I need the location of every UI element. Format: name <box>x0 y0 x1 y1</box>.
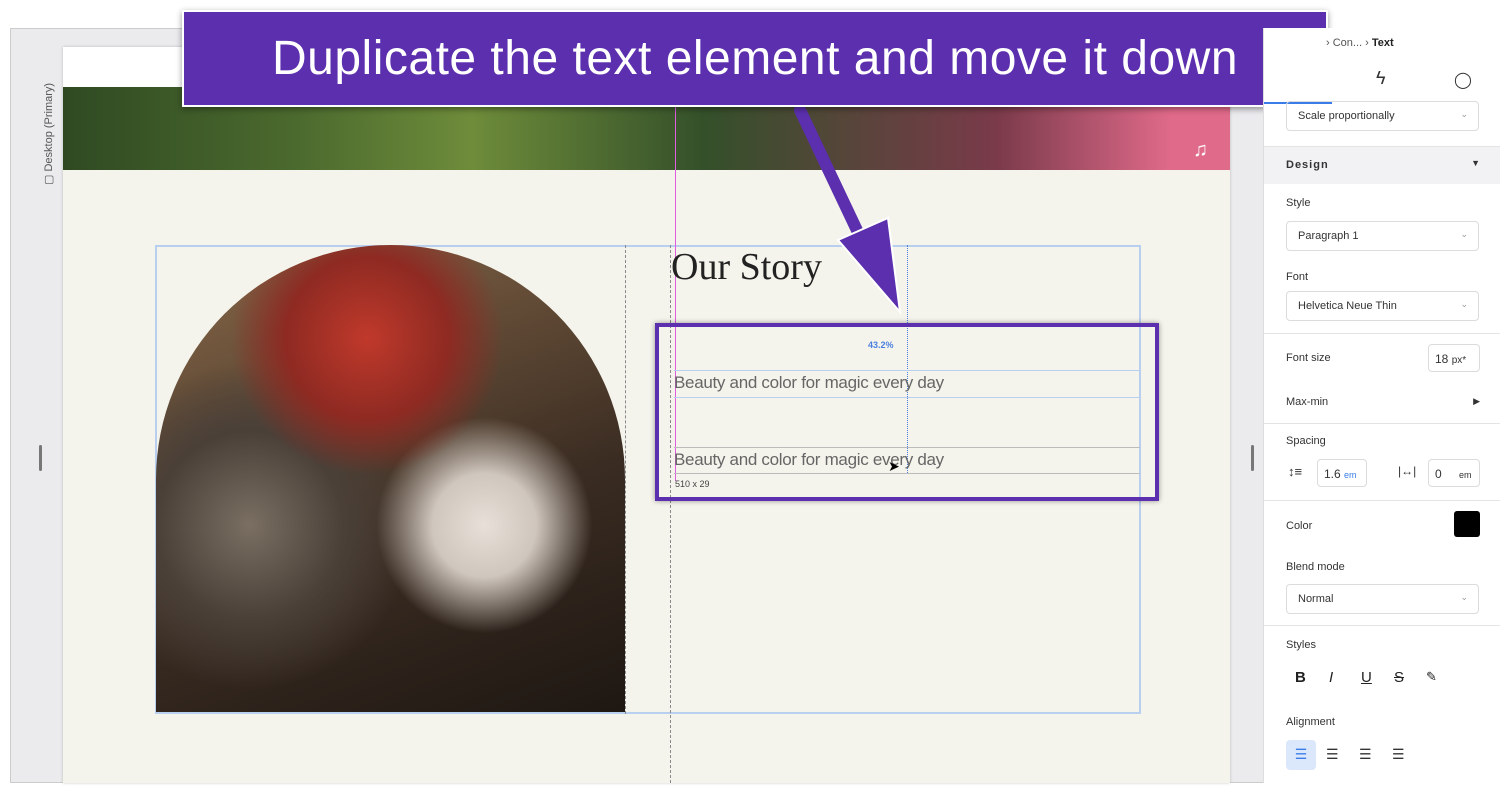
line-height-input[interactable]: 1.6 em <box>1317 459 1367 487</box>
highlight-button[interactable]: ✎ <box>1426 669 1437 685</box>
italic-button[interactable]: I <box>1329 669 1333 686</box>
underline-button[interactable]: U <box>1361 669 1372 686</box>
style-dropdown[interactable]: Paragraph 1 ⌄ <box>1286 221 1479 251</box>
letter-spacing-input[interactable]: 0 em <box>1428 459 1480 487</box>
instruction-callout: Duplicate the text element and move it d… <box>182 10 1328 107</box>
lightning-icon[interactable]: ϟ <box>1376 68 1386 89</box>
strikethrough-button[interactable]: S <box>1394 669 1404 686</box>
align-left-button[interactable]: ☰ <box>1286 740 1316 770</box>
scale-dropdown[interactable]: Scale proportionally ⌄ <box>1286 101 1479 131</box>
font-size-input[interactable]: 18 px* <box>1428 344 1480 372</box>
line-height-icon: ↕≡ <box>1288 464 1303 479</box>
breadcrumb[interactable]: › Con... › Text <box>1326 37 1394 49</box>
align-right-button[interactable]: ☰ <box>1359 746 1372 763</box>
inspector-panel: › Con... › Text ϟ ◯ Scale proportionally… <box>1263 28 1500 783</box>
font-dropdown[interactable]: Helvetica Neue Thin ⌄ <box>1286 291 1479 321</box>
collapse-icon[interactable]: ▼ <box>1471 158 1480 168</box>
design-section-title[interactable]: Design <box>1286 159 1329 171</box>
letter-spacing-icon: |↔| <box>1398 464 1417 478</box>
align-center-button[interactable]: ☰ <box>1326 746 1339 763</box>
bold-button[interactable]: B <box>1295 669 1306 686</box>
maxmin-expand-icon[interactable]: ▶ <box>1473 396 1480 407</box>
color-swatch[interactable] <box>1454 511 1480 537</box>
blend-mode-dropdown[interactable]: Normal ⌄ <box>1286 584 1479 614</box>
justify-button[interactable]: ☰ <box>1392 746 1405 763</box>
lightbulb-icon[interactable]: ◯ <box>1454 70 1472 90</box>
